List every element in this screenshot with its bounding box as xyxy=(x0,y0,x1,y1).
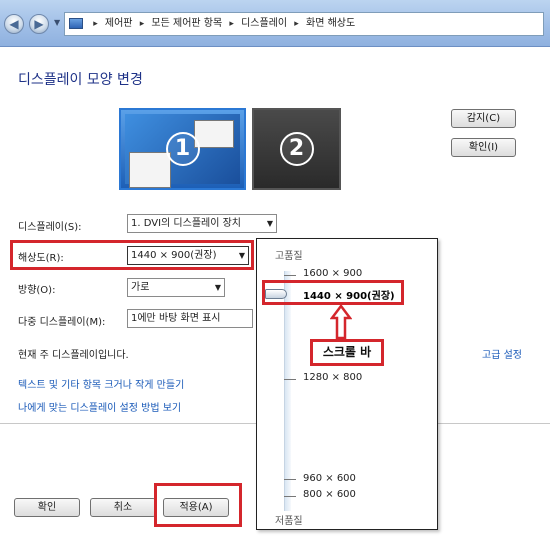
chevron-right-icon[interactable]: ▸ xyxy=(140,19,145,29)
dropdown-arrow-icon: ▼ xyxy=(214,283,221,292)
breadcrumb-item-control-panel[interactable]: 제어판 xyxy=(105,18,133,29)
monitor-1-number: 1 xyxy=(165,132,200,166)
dropdown-arrow-icon: ▼ xyxy=(266,219,273,228)
scrollbar-callout: 스크롤 바 xyxy=(310,339,384,366)
resolution-option[interactable]: 800 × 600 xyxy=(303,489,356,500)
multiple-displays-select[interactable]: 1에만 바탕 화면 표시 xyxy=(127,309,253,328)
resolution-slider-track[interactable] xyxy=(284,271,291,511)
identify-button[interactable]: 확인(I) xyxy=(451,138,516,157)
multiple-displays-label: 다중 디스플레이(M): xyxy=(18,317,106,328)
display-label: 디스플레이(S): xyxy=(18,222,82,233)
slider-tick xyxy=(284,275,296,276)
advanced-settings-link[interactable]: 고급 설정 xyxy=(482,346,522,361)
history-dropdown-icon[interactable]: ▼ xyxy=(54,18,60,27)
control-panel-icon xyxy=(69,17,83,29)
orientation-label: 방향(O): xyxy=(18,285,56,296)
chevron-right-icon[interactable]: ▸ xyxy=(294,19,299,29)
resolution-select[interactable]: 1440 × 900(권장) ▼ xyxy=(127,246,249,265)
monitor-1[interactable]: 1 xyxy=(119,108,246,190)
resolution-option[interactable]: 1600 × 900 xyxy=(303,268,362,279)
slider-tick xyxy=(284,479,296,480)
breadcrumb[interactable]: ▸ 제어판 ▸ 모든 제어판 항목 ▸ 디스플레이 ▸ 화면 해상도 xyxy=(64,12,544,36)
chevron-right-icon[interactable]: ▸ xyxy=(229,19,234,29)
chevron-right-icon[interactable]: ▸ xyxy=(93,19,98,29)
resolution-label: 해상도(R): xyxy=(18,253,64,264)
dropdown-arrow-icon: ▼ xyxy=(238,251,245,260)
breadcrumb-item-all-items[interactable]: 모든 제어판 항목 xyxy=(151,18,222,29)
display-select[interactable]: 1. DVI의 디스플레이 장치 ▼ xyxy=(127,214,277,233)
monitor-2-number: 2 xyxy=(279,132,314,166)
page-title: 디스플레이 모양 변경 xyxy=(18,72,143,88)
display-settings-help-link[interactable]: 나에게 맞는 디스플레이 설정 방법 보기 xyxy=(18,399,181,414)
orientation-select[interactable]: 가로 ▼ xyxy=(127,278,225,297)
detect-button[interactable]: 감지(C) xyxy=(451,109,516,128)
breadcrumb-item-screen-resolution[interactable]: 화면 해상도 xyxy=(306,18,355,29)
multiple-displays-select-value: 1에만 바탕 화면 표시 xyxy=(131,313,221,324)
current-display-status: 현재 주 디스플레이입니다. xyxy=(18,350,129,361)
cancel-button[interactable]: 취소 xyxy=(90,498,156,517)
resolution-option[interactable]: 1280 × 800 xyxy=(303,372,362,383)
slider-tick xyxy=(284,379,296,380)
window-thumbnail xyxy=(194,120,234,148)
monitor-2[interactable]: 2 xyxy=(252,108,341,190)
up-arrow-icon xyxy=(330,304,352,340)
slider-tick xyxy=(284,496,296,497)
resolution-option[interactable]: 960 × 600 xyxy=(303,473,356,484)
high-quality-label: 고품질 xyxy=(275,251,303,262)
forward-arrow-icon[interactable]: ▶ xyxy=(29,14,49,34)
text-size-link[interactable]: 텍스트 및 기타 항목 크거나 작게 만들기 xyxy=(18,376,184,391)
apply-button[interactable]: 적용(A) xyxy=(163,498,229,517)
low-quality-label: 저품질 xyxy=(275,516,303,527)
back-arrow-icon[interactable]: ◀ xyxy=(4,14,24,34)
orientation-select-value: 가로 xyxy=(131,282,150,293)
breadcrumb-item-display[interactable]: 디스플레이 xyxy=(241,18,287,29)
ok-button[interactable]: 확인 xyxy=(14,498,80,517)
window-thumbnail xyxy=(129,152,171,188)
selected-resolution-highlight xyxy=(262,280,404,305)
resolution-select-value: 1440 × 900(권장) xyxy=(131,250,217,261)
address-bar: ◀ ▶ ▼ ▸ 제어판 ▸ 모든 제어판 항목 ▸ 디스플레이 ▸ 화면 해상도 xyxy=(0,0,550,47)
display-select-value: 1. DVI의 디스플레이 장치 xyxy=(131,218,241,229)
